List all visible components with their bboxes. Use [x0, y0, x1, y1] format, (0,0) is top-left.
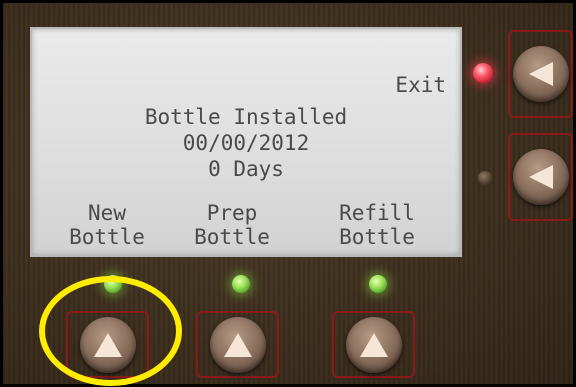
softkey-label-line2: Bottle	[69, 225, 145, 249]
side-button[interactable]	[512, 149, 569, 205]
prep-bottle-button[interactable]	[209, 316, 266, 373]
triangle-up-icon	[359, 332, 388, 357]
triangle-left-icon	[528, 62, 553, 86]
triangle-up-icon	[223, 332, 252, 357]
triangle-left-icon	[528, 165, 553, 189]
status-line-date: 00/00/2012	[182, 131, 310, 155]
side-indicator-led	[478, 171, 492, 185]
refill-bottle-indicator-led	[369, 275, 387, 293]
new-bottle-button[interactable]	[79, 316, 136, 373]
softkey-label-line1: New	[88, 201, 126, 225]
status-line-bottle-installed: Bottle Installed	[144, 105, 348, 129]
softkey-label-refill-bottle: Refill Bottle	[322, 201, 432, 249]
control-panel: Exit Bottle Installed 00/00/2012 0 Days …	[0, 0, 576, 387]
softkey-label-line1: Refill	[339, 201, 415, 225]
softkey-label-line1: Prep	[206, 201, 258, 225]
triangle-up-icon	[93, 332, 122, 357]
new-bottle-indicator-led	[104, 275, 122, 293]
refill-bottle-button[interactable]	[345, 316, 402, 373]
exit-button[interactable]	[512, 46, 569, 102]
new-bottle-button-frame	[66, 311, 149, 378]
lcd-display: Exit Bottle Installed 00/00/2012 0 Days …	[30, 27, 462, 257]
refill-bottle-button-frame	[332, 311, 415, 378]
prep-bottle-button-frame	[196, 311, 279, 378]
status-line-days: 0 Days	[208, 157, 284, 181]
softkey-label-new-bottle: New Bottle	[62, 201, 152, 249]
exit-indicator-led	[473, 63, 493, 83]
softkey-label-prep-bottle: Prep Bottle	[182, 201, 282, 249]
prep-bottle-indicator-led	[232, 275, 250, 293]
side-button-frame	[508, 133, 573, 221]
softkey-label-line2: Bottle	[194, 225, 270, 249]
exit-label: Exit	[395, 73, 446, 97]
softkey-label-line2: Bottle	[339, 225, 415, 249]
exit-button-frame	[508, 30, 573, 118]
